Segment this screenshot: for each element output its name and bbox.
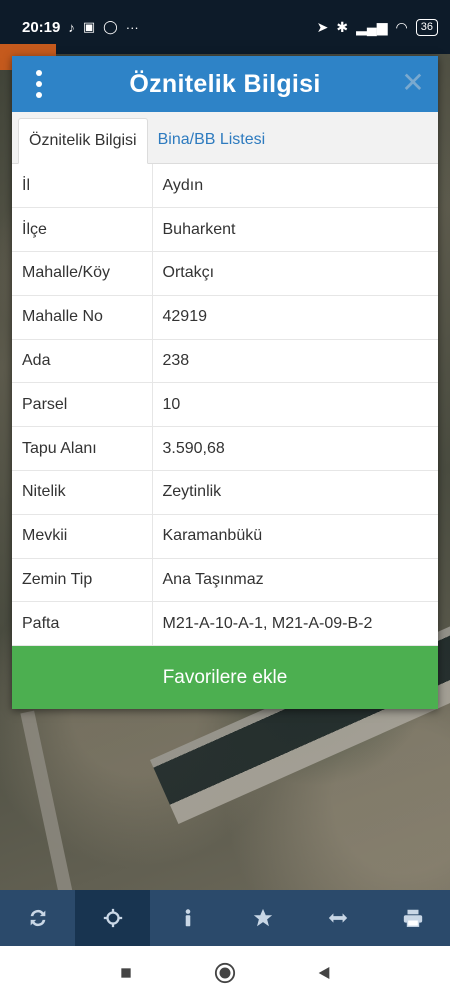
dialog-title: Öznitelik Bilgisi	[129, 69, 321, 98]
table-row: Parsel 10	[12, 382, 438, 428]
table-row: Nitelik Zeytinlik	[12, 470, 438, 515]
attribute-value: Zeytinlik	[152, 470, 438, 515]
table-row: Ada 238	[12, 339, 438, 384]
table-row: Zemin Tip Ana Taşınmaz	[12, 558, 438, 603]
signal-icon: ▂▄▆	[356, 18, 388, 35]
square-icon	[121, 968, 131, 978]
android-nav-bar	[0, 946, 450, 1000]
table-row: Mahalle/Köy Ortakçı	[12, 251, 438, 296]
attribute-value: Ana Taşınmaz	[152, 558, 438, 603]
back-triangle-icon	[318, 967, 330, 979]
recents-button[interactable]	[114, 961, 138, 985]
attribute-key: Tapu Alanı	[12, 426, 153, 472]
attribute-key: Pafta	[12, 601, 153, 647]
table-row: Mevkii Karamanbükü	[12, 514, 438, 559]
table-row: Pafta M21-A-10-A-1, M21-A-09-B-2	[12, 601, 438, 647]
attribute-key: Nitelik	[12, 470, 153, 515]
table-row: İlçe Buharkent	[12, 207, 438, 253]
message-icon: ▣	[82, 19, 96, 34]
attribute-value: 3.590,68	[152, 426, 438, 472]
attribute-dialog: Öznitelik Bilgisi ✕ Öznitelik Bilgisi Bi…	[12, 56, 438, 709]
whatsapp-icon: ◯	[103, 19, 118, 34]
battery-icon: 36	[415, 18, 438, 36]
bottom-toolbar	[0, 890, 450, 946]
attribute-key: Ada	[12, 339, 153, 384]
toolbar-refresh[interactable]	[0, 890, 75, 946]
toolbar-locate[interactable]	[75, 890, 150, 946]
map-road	[20, 710, 74, 900]
back-button[interactable]	[312, 961, 336, 985]
menu-icon[interactable]	[32, 68, 46, 100]
home-circle-icon	[214, 962, 236, 984]
table-row: Tapu Alanı 3.590,68	[12, 426, 438, 472]
attribute-value: M21-A-10-A-1, M21-A-09-B-2	[152, 601, 438, 647]
attribute-key: Mevkii	[12, 514, 153, 559]
attribute-value: 42919	[152, 295, 438, 340]
table-row: İl Aydın	[12, 164, 438, 209]
tab-attribute-info[interactable]: Öznitelik Bilgisi	[18, 118, 148, 164]
attribute-key: İl	[12, 164, 153, 209]
status-time: 20:19	[22, 18, 61, 36]
more-icon: ···	[125, 19, 139, 35]
measure-icon	[328, 913, 347, 923]
attribute-value: 10	[152, 382, 438, 428]
attribute-key: İlçe	[12, 207, 153, 253]
attribute-value: Buharkent	[152, 207, 438, 253]
attribute-value: Aydın	[152, 164, 438, 209]
home-button[interactable]	[213, 961, 237, 985]
location-icon: ➤	[316, 18, 329, 35]
tab-bar: Öznitelik Bilgisi Bina/BB Listesi	[12, 112, 438, 164]
wifi-icon: ◠	[395, 18, 408, 35]
attribute-value: Karamanbükü	[152, 514, 438, 559]
toolbar-measure[interactable]	[300, 890, 375, 946]
crosshair-icon	[103, 908, 122, 928]
attribute-key: Mahalle No	[12, 295, 153, 340]
tiktok-icon: ♪	[68, 19, 75, 35]
table-row: Mahalle No 42919	[12, 295, 438, 340]
star-icon	[253, 908, 272, 927]
attribute-table: İl Aydın İlçe Buharkent Mahalle/Köy Ortakçı Ma…	[12, 164, 438, 647]
print-icon	[403, 909, 422, 927]
attribute-key: Parsel	[12, 382, 153, 428]
toolbar-info[interactable]	[150, 890, 225, 946]
toolbar-print[interactable]	[375, 890, 450, 946]
add-favorite-button[interactable]: Favorilere ekle	[12, 646, 438, 709]
attribute-value: 238	[152, 339, 438, 384]
attribute-key: Mahalle/Köy	[12, 251, 153, 296]
bluetooth-icon: ✱	[336, 18, 349, 35]
attribute-value: Ortakçı	[152, 251, 438, 296]
tab-building-list[interactable]: Bina/BB Listesi	[148, 117, 276, 163]
toolbar-favorites[interactable]	[225, 890, 300, 946]
status-bar: 20:19 ♪ ▣ ◯ ··· ➤ ✱ ▂▄▆ ◠ 36	[0, 0, 450, 54]
attribute-key: Zemin Tip	[12, 558, 153, 603]
close-icon[interactable]: ✕	[400, 69, 426, 97]
info-icon	[185, 909, 190, 927]
refresh-icon	[30, 909, 45, 927]
dialog-header: Öznitelik Bilgisi ✕	[12, 56, 438, 112]
